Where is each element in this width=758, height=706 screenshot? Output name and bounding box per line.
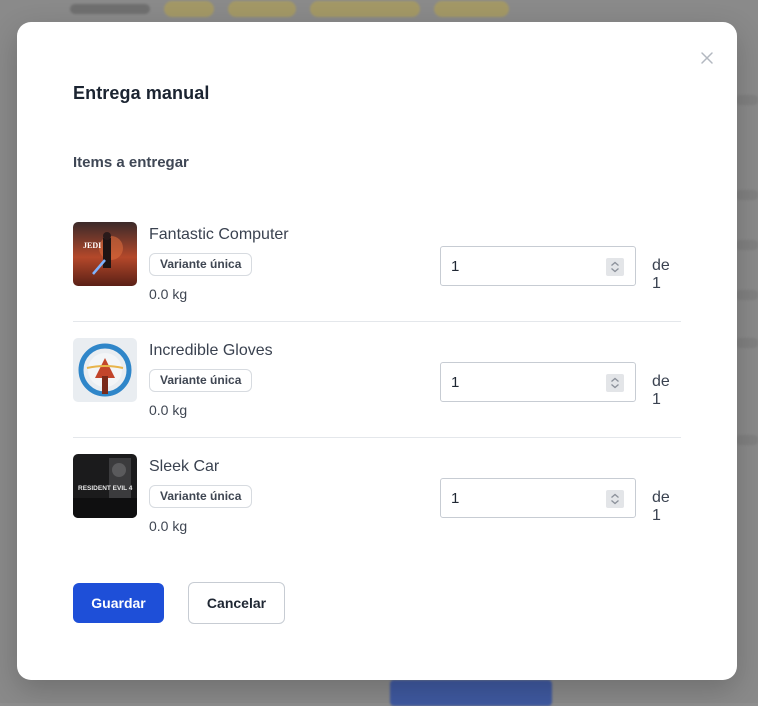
quantity-stepper xyxy=(440,362,636,402)
items-list: JEDI Fantastic Computer Variante única 0… xyxy=(73,206,681,553)
quantity-input[interactable] xyxy=(451,363,591,401)
quantity-total: de 1 xyxy=(652,489,681,525)
background-text-block xyxy=(70,4,150,14)
quantity-stepper xyxy=(440,246,636,286)
background-line xyxy=(736,190,758,200)
product-name: Sleek Car xyxy=(149,458,219,476)
quantity-total: de 1 xyxy=(652,257,681,293)
background-toolbar xyxy=(70,0,590,18)
product-weight: 0.0 kg xyxy=(149,518,187,534)
cancel-button[interactable]: Cancelar xyxy=(188,582,285,624)
background-tag xyxy=(228,1,296,17)
quantity-stepper xyxy=(440,478,636,518)
background-line xyxy=(736,95,758,105)
background-tag xyxy=(310,1,420,17)
manual-delivery-modal: Entrega manual Items a entregar xyxy=(17,22,737,680)
thumbnail-title: RESIDENT EVIL 4 xyxy=(78,485,133,492)
product-thumbnail xyxy=(73,338,137,402)
variant-badge: Variante única xyxy=(149,369,252,392)
background-button xyxy=(390,680,552,706)
close-icon[interactable] xyxy=(699,50,715,66)
background-tag xyxy=(164,1,214,17)
save-button[interactable]: Guardar xyxy=(73,583,164,623)
stepper-arrows-icon[interactable] xyxy=(606,258,624,276)
background-line xyxy=(736,240,758,250)
stepper-arrows-icon[interactable] xyxy=(606,374,624,392)
list-item: RESIDENT EVIL 4 Sleek Car Variante única… xyxy=(73,438,681,553)
background-line xyxy=(736,435,758,445)
list-item: Incredible Gloves Variante única 0.0 kg … xyxy=(73,322,681,438)
product-thumbnail: RESIDENT EVIL 4 xyxy=(73,454,137,518)
list-item: JEDI Fantastic Computer Variante única 0… xyxy=(73,206,681,322)
product-name: Fantastic Computer xyxy=(149,226,289,244)
background-line xyxy=(736,290,758,300)
product-thumbnail: JEDI xyxy=(73,222,137,286)
variant-badge: Variante única xyxy=(149,485,252,508)
product-weight: 0.0 kg xyxy=(149,286,187,302)
quantity-input[interactable] xyxy=(451,479,591,517)
section-title: Items a entregar xyxy=(73,154,189,171)
variant-badge: Variante única xyxy=(149,253,252,276)
stepper-arrows-icon[interactable] xyxy=(606,490,624,508)
quantity-total: de 1 xyxy=(652,373,681,409)
modal-title: Entrega manual xyxy=(73,83,209,104)
background-line xyxy=(736,338,758,348)
product-weight: 0.0 kg xyxy=(149,402,187,418)
thumbnail-title: JEDI xyxy=(83,241,101,250)
background-tag xyxy=(434,1,509,17)
quantity-input[interactable] xyxy=(451,247,591,285)
product-name: Incredible Gloves xyxy=(149,342,273,360)
